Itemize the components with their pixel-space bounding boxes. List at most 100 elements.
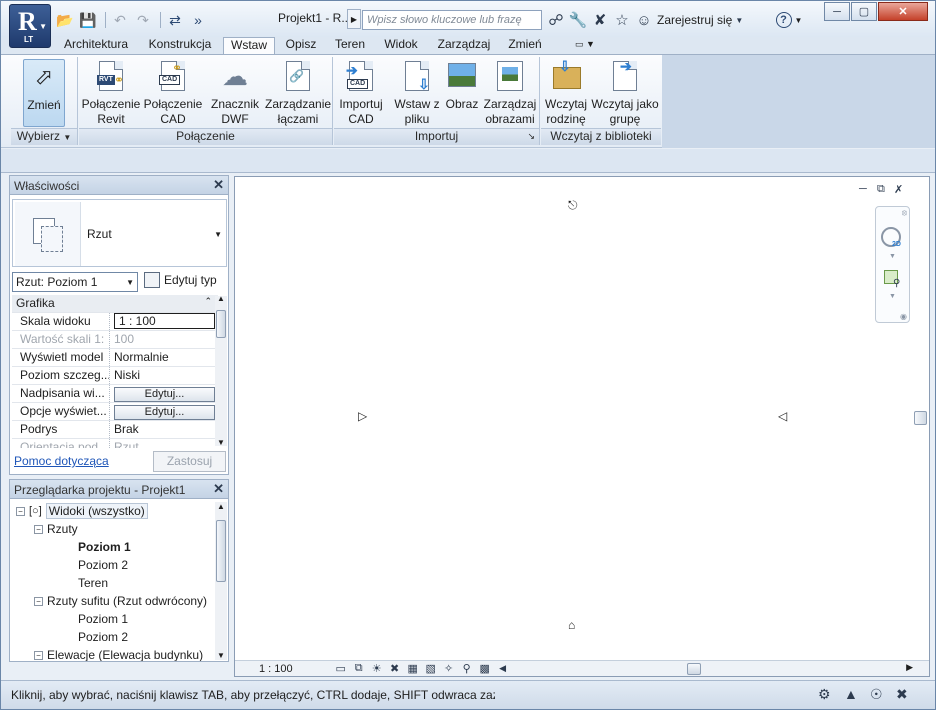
property-value[interactable]: Normalnie [110, 349, 218, 366]
view-minimize-icon[interactable]: ─ [859, 183, 867, 195]
reveal-hidden-icon[interactable]: ⚲ [459, 662, 475, 675]
collapse-icon[interactable]: − [34, 596, 43, 606]
tab-konstrukcja[interactable]: Konstrukcja [141, 37, 219, 54]
application-menu-button[interactable]: R LT ▼ [9, 4, 51, 48]
tab-opisz[interactable]: Opisz [281, 37, 321, 54]
collapse-icon[interactable]: − [34, 524, 43, 534]
tree-node-ceiling-plans[interactable]: − Rzuty sufitu (Rzut odwrócony) [34, 592, 207, 610]
manage-images-button[interactable]: Zarządzaj obrazami [482, 59, 538, 127]
sun-path-icon[interactable]: ☀ [369, 662, 385, 675]
collapse-icon[interactable]: − [16, 506, 25, 516]
dialog-launcher-icon[interactable]: ↘ [527, 129, 535, 144]
options-icon[interactable]: ◉ [900, 312, 907, 321]
property-row[interactable]: Nadpisania wi... Edytuj... [12, 385, 218, 403]
ribbon-minimize-icon[interactable]: ▭ ▼ [569, 37, 601, 54]
elevation-marker-west-icon[interactable]: ▷ [358, 409, 367, 423]
properties-scrollbar[interactable]: ▲ ▼ [215, 294, 227, 447]
close-icon[interactable]: ✕ [213, 177, 224, 193]
canvas-vertical-scrollbar[interactable] [912, 177, 929, 659]
tab-widok[interactable]: Widok [378, 37, 424, 54]
save-icon[interactable]: 💾 [78, 11, 98, 29]
view-instance-selector[interactable]: Rzut: Poziom 1 ▼ [12, 272, 138, 292]
collapse-icon[interactable]: − [34, 650, 43, 660]
property-value-input[interactable]: 1 : 100 [114, 313, 215, 329]
property-row[interactable]: Podrys Brak [12, 421, 218, 439]
user-icon[interactable]: ☺ [633, 10, 655, 30]
redo-icon[interactable]: ↷ [133, 11, 153, 29]
tab-zmien[interactable]: Zmień [503, 37, 547, 54]
crop-view-icon[interactable]: ▦ [405, 662, 421, 675]
view-scale[interactable]: 1 : 100 [259, 663, 293, 675]
chevron-down-icon[interactable]: ▼ [889, 253, 896, 260]
property-value[interactable]: Brak [110, 421, 218, 438]
tab-teren[interactable]: Teren [329, 37, 371, 54]
tree-node-elevations[interactable]: − Elewacje (Elewacja budynku) [34, 646, 203, 661]
import-cad-button[interactable]: CAD ➔ Importuj CAD [335, 59, 387, 127]
close-icon[interactable]: ⦻ [902, 208, 907, 218]
select-panel-label[interactable]: Wybierz ▼ [11, 128, 77, 145]
more-icon[interactable]: » [188, 11, 208, 29]
visual-style-icon[interactable]: ⧉ [351, 662, 367, 675]
search-input[interactable]: Wpisz słowo kluczowe lub frazę [362, 10, 542, 30]
chevron-down-icon[interactable]: ▼ [889, 293, 896, 300]
tab-zarzadzaj[interactable]: Zarządzaj [431, 37, 497, 54]
edit-display-options-button[interactable]: Edytuj... [114, 405, 215, 420]
select-pinned-icon[interactable]: ☉ [870, 686, 883, 703]
view-close-icon[interactable]: ✗ [894, 183, 903, 196]
load-as-group-button[interactable]: ➔ Wczytaj jako grupę [590, 59, 660, 127]
tree-node-ceiling-level-2[interactable]: Poziom 2 [78, 628, 128, 646]
modify-button[interactable]: ⬀ Zmień [23, 59, 65, 127]
property-value[interactable]: Rzut [110, 439, 218, 448]
property-row[interactable]: Orientacja pod... Rzut [12, 439, 218, 448]
apply-button[interactable]: Zastosuj [153, 451, 226, 472]
tree-node-floor-plans[interactable]: − Rzuty [34, 520, 78, 538]
elevation-marker-south-icon[interactable]: ⌂ [568, 618, 575, 632]
link-revit-button[interactable]: RVT ⚭ Połączenie Revit [81, 59, 141, 127]
scroll-up-icon[interactable]: ▲ [217, 502, 225, 511]
link-cad-button[interactable]: CAD ⚭ Połączenie CAD [143, 59, 203, 127]
measure-icon[interactable]: ⇄ [165, 11, 185, 29]
open-icon[interactable]: 📂 [55, 11, 75, 29]
scroll-thumb[interactable] [687, 663, 701, 675]
shadows-icon[interactable]: ✖ [387, 662, 403, 675]
elevation-marker-north-icon[interactable]: ⎋ [568, 198, 578, 213]
canvas-horizontal-scrollbar[interactable]: ▶ [483, 662, 913, 675]
image-button[interactable]: Obraz [444, 59, 480, 127]
show-crop-icon[interactable]: ▧ [423, 662, 439, 675]
star-icon[interactable]: ☆ [611, 10, 633, 30]
tab-wstaw[interactable]: Wstaw [223, 37, 275, 55]
browser-scrollbar[interactable]: ▲ ▼ [215, 502, 227, 660]
elevation-marker-east-icon[interactable]: ◁ [778, 409, 787, 423]
scroll-thumb[interactable] [216, 520, 226, 582]
edit-type-button[interactable]: Edytuj typ [144, 272, 217, 288]
sign-in-link[interactable]: Zarejestruj się [657, 13, 732, 27]
wrench-icon[interactable]: 🔧 [567, 10, 589, 30]
scroll-thumb[interactable] [216, 310, 226, 338]
x-tools-icon[interactable]: ✘ [589, 10, 611, 30]
manage-links-button[interactable]: 🔗 Zarządzanie łączami [265, 59, 331, 127]
scroll-right-icon[interactable]: ▶ [906, 662, 913, 673]
property-row[interactable]: Wyświetl model Normalnie [12, 349, 218, 367]
close-icon[interactable]: ✕ [213, 481, 224, 497]
minimize-button[interactable]: ─ [824, 2, 850, 21]
tree-node-level-2[interactable]: Poziom 2 [78, 556, 128, 574]
scroll-down-icon[interactable]: ▼ [217, 651, 225, 660]
drawing-canvas[interactable]: ─ ⧉ ✗ ⦻ 2D ▼ ⚲ ▼ ◉ ⎋ ▷ ◁ ⌂ 1 : 100 ▭ ⧉ ☀… [234, 176, 930, 677]
select-underlay-icon[interactable]: ▲ [844, 686, 858, 702]
title-expand-icon[interactable]: ▶ [347, 9, 361, 29]
edit-overrides-button[interactable]: Edytuj... [114, 387, 215, 402]
scroll-up-icon[interactable]: ▲ [217, 294, 225, 303]
tree-node-ceiling-level-1[interactable]: Poziom 1 [78, 610, 128, 628]
view-restore-icon[interactable]: ⧉ [877, 183, 885, 196]
undo-icon[interactable]: ↶ [110, 11, 130, 29]
tree-node-views[interactable]: − [○] Widoki (wszystko) [16, 502, 148, 520]
chevron-down-icon[interactable]: ▼ [732, 10, 746, 30]
tree-node-level-1[interactable]: Poziom 1 [78, 538, 131, 556]
binoculars-icon[interactable]: ☍ [545, 10, 567, 30]
detail-level-icon[interactable]: ▭ [333, 662, 349, 675]
close-button[interactable]: ✕ [878, 2, 928, 21]
insert-from-file-button[interactable]: ⇩ Wstaw z pliku [393, 59, 441, 127]
drag-elements-icon[interactable]: ✖ [896, 686, 908, 703]
scroll-down-icon[interactable]: ▼ [217, 438, 225, 447]
select-links-icon[interactable]: ⚙ [818, 686, 831, 703]
